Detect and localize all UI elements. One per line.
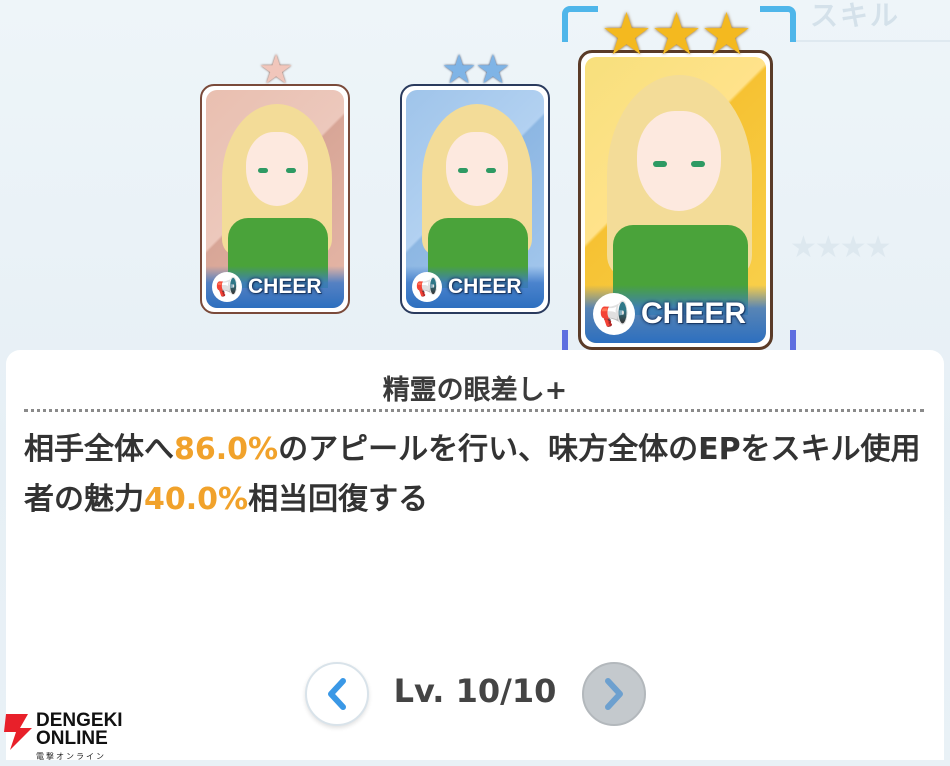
dotted-divider: [24, 409, 924, 412]
skill-description: 相手全体へ86.0%のアピールを行い、味方全体のEPをスキル使用者の魅力40.0…: [24, 425, 924, 525]
megaphone-icon: 📢: [212, 272, 242, 302]
background-faded-label: スキル: [810, 0, 901, 32]
next-level-button[interactable]: [582, 662, 646, 726]
level-indicator: Lv. 10/10: [393, 672, 557, 710]
card-art: 📢 CHEER: [206, 90, 344, 308]
background-divider: [790, 40, 950, 42]
desc-value-1: 86.0%: [174, 432, 279, 467]
megaphone-icon: 📢: [412, 272, 442, 302]
badge-label: CHEER: [641, 297, 747, 330]
desc-text-1: 相手全体へ: [24, 432, 174, 467]
card-rarity-3[interactable]: ★★★ 📢 CHEER: [578, 5, 773, 350]
rarity-stars-2: ★★: [441, 47, 511, 93]
card-rarity-1[interactable]: ★ 📢 CHEER: [200, 50, 350, 314]
background-faded-stars: ★★★★: [790, 230, 892, 265]
logo-line-2: ONLINE: [36, 728, 108, 749]
card-art: 📢 CHEER: [406, 90, 544, 308]
megaphone-icon: 📢: [593, 293, 635, 335]
desc-value-2: 40.0%: [144, 482, 249, 517]
badge-label: CHEER: [448, 275, 522, 298]
chevron-right-icon: [605, 678, 623, 710]
skill-name: 精霊の眼差し+: [382, 375, 568, 406]
cheer-badge: 📢 CHEER: [585, 285, 766, 343]
card-art: 📢 CHEER: [585, 57, 766, 343]
chevron-left-icon: [328, 678, 346, 710]
lightning-bolt-icon: [4, 714, 32, 750]
cheer-badge: 📢 CHEER: [206, 266, 344, 308]
rarity-stars-3: ★★★: [600, 0, 753, 68]
rarity-stars-1: ★: [258, 47, 294, 93]
cheer-badge: 📢 CHEER: [406, 266, 544, 308]
badge-label: CHEER: [248, 275, 322, 298]
prev-level-button[interactable]: [305, 662, 369, 726]
desc-text-3: 相当回復する: [248, 482, 429, 517]
logo-line-3: 電撃オンライン: [36, 752, 106, 761]
dengeki-online-logo: DENGEKI ONLINE 電撃オンライン: [2, 711, 132, 761]
card-rarity-2[interactable]: ★★ 📢 CHEER: [400, 50, 550, 314]
